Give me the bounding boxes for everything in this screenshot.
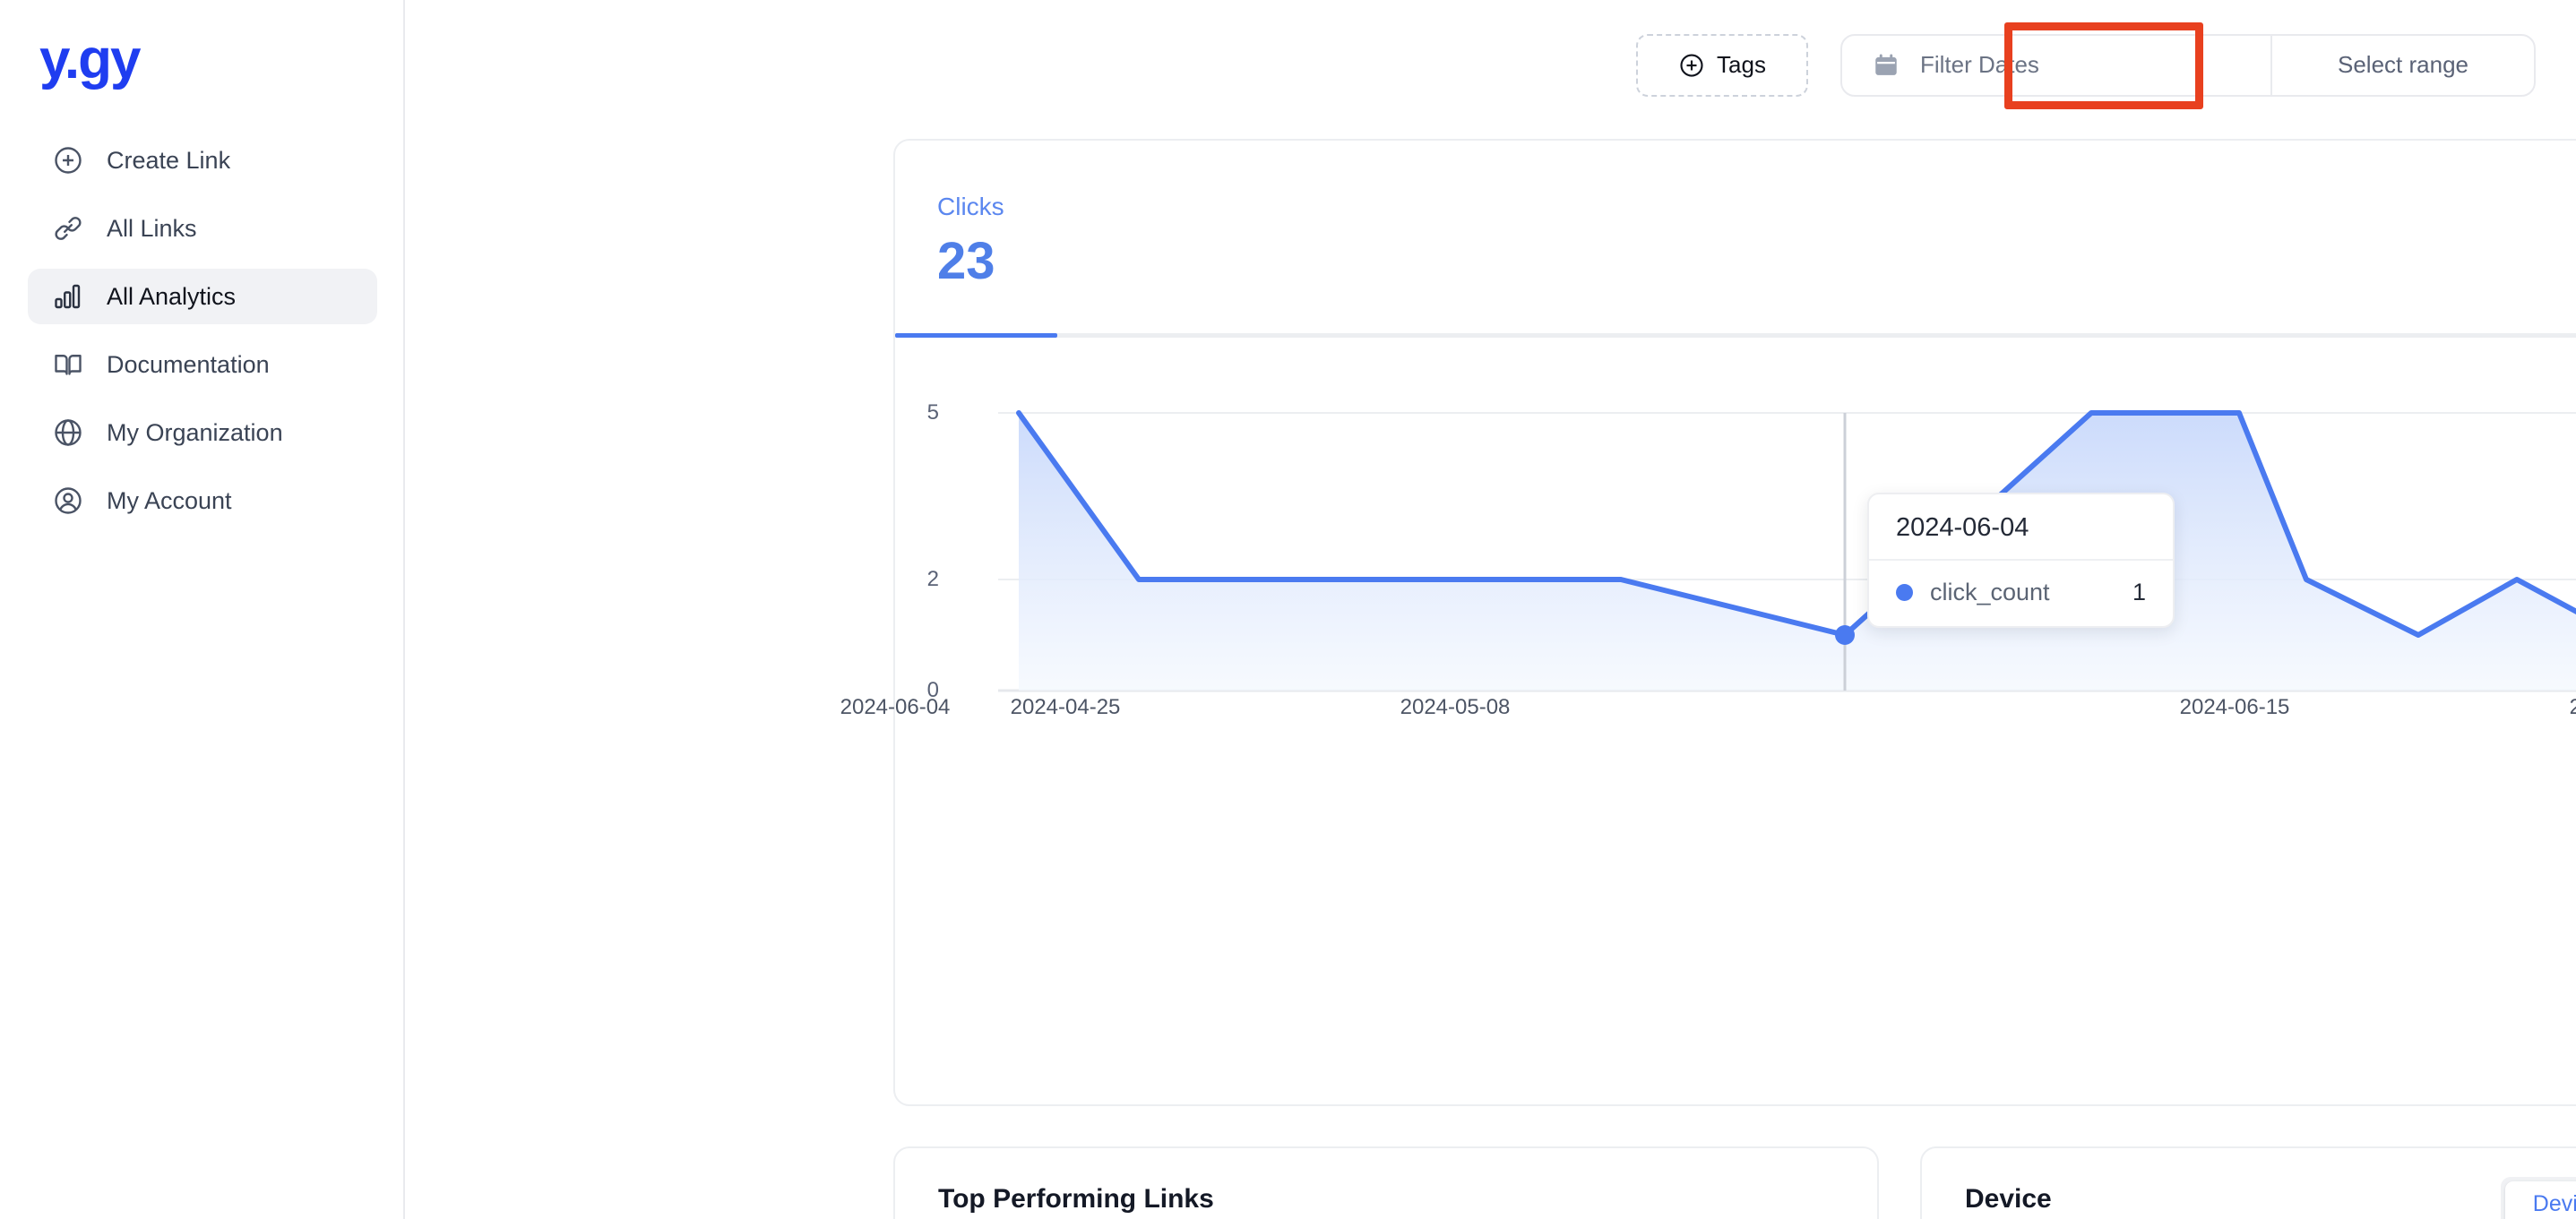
globe-icon [51,416,85,450]
date-filter-input[interactable]: Filter Dates [1842,36,2270,95]
y-axis-tick: 5 [926,400,939,425]
tab-underline [895,333,2576,338]
sidebar-item-my-account[interactable]: My Account [28,473,377,528]
sidebar-item-label: My Organization [107,418,283,446]
sidebar: y.gy Create Link All Links All Analytics… [0,0,405,1219]
date-range-group: Filter Dates Select range [1840,33,2536,97]
chart-active-point [1835,625,1855,645]
main-content: Tags Filter Dates Select range Clicks 23… [405,0,2576,1219]
select-range-label: Select range [2338,51,2468,78]
tooltip-date: 2024-06-04 [1869,494,2173,561]
sidebar-item-documentation[interactable]: Documentation [28,337,377,392]
card-title: Device [1965,1184,2052,1214]
clicks-card: Clicks 23 5 2 0 2024-04-25 2024-05-08 20… [840,139,2576,1108]
y-axis-tick: 2 [926,567,939,591]
device-card: Device Device Browser OS [1920,1146,2576,1219]
tags-button[interactable]: Tags [1636,33,1808,97]
app-logo[interactable]: y.gy [39,32,141,88]
select-range-button[interactable]: Select range [2272,36,2534,95]
sidebar-item-create-link[interactable]: Create Link [28,133,377,188]
book-icon [51,348,85,382]
chart-tooltip: 2024-06-04 click_count 1 [1867,493,2175,628]
sidebar-item-label: My Account [107,486,232,514]
x-axis-tick: 2024-06-15 [2179,695,2290,719]
sidebar-item-label: All Links [107,214,197,242]
analytics-page: y.gy Create Link All Links All Analytics… [0,0,2576,1219]
tooltip-series-name: click_count [1930,579,2050,605]
chart-area-fill [1019,413,2576,691]
link-icon [51,211,85,245]
device-segmented-control: Device Browser OS [2500,1177,2576,1219]
sidebar-item-label: All Analytics [107,282,237,310]
toolbar: Tags Filter Dates Select range [1590,0,2576,130]
clicks-total: 23 [937,232,995,290]
plus-circle-icon [1678,52,1705,79]
segment-device[interactable]: Device [2504,1181,2576,1219]
plus-circle-icon [51,143,85,177]
card-title: Top Performing Links [938,1184,1214,1214]
top-performing-links-card: Top Performing Links [893,1146,1879,1219]
sidebar-item-my-organization[interactable]: My Organization [28,405,377,460]
tab-clicks[interactable]: Clicks [937,193,1004,221]
sidebar-item-all-links[interactable]: All Links [28,201,377,256]
clicks-area-chart[interactable]: 5 2 0 2024-04-25 2024-05-08 2024-06-04 2… [840,342,2576,1108]
sidebar-item-label: Create Link [107,146,231,174]
bottom-cards: Top Performing Links Device Device Brows… [893,1146,2576,1219]
sidebar-item-label: Documentation [107,350,270,378]
bar-chart-icon [51,279,85,313]
tags-button-label: Tags [1717,51,1766,78]
x-axis-tick: 2024-04-25 [1010,695,1121,719]
x-axis-tick: 2024-06-18 [2569,695,2576,719]
tooltip-series-value: 1 [2132,579,2146,605]
x-axis-tick: 2024-05-08 [1400,695,1511,719]
x-axis-tick: 2024-06-04 [840,695,951,719]
date-filter-placeholder: Filter Dates [1920,51,2039,78]
sidebar-item-all-analytics[interactable]: All Analytics [28,269,377,324]
user-circle-icon [51,484,85,518]
sidebar-nav: Create Link All Links All Analytics Docu… [28,133,377,541]
calendar-icon [1872,51,1900,80]
chart-canvas [998,410,2576,692]
series-color-dot [1896,584,1913,601]
tooltip-series-row: click_count 1 [1869,561,2173,626]
